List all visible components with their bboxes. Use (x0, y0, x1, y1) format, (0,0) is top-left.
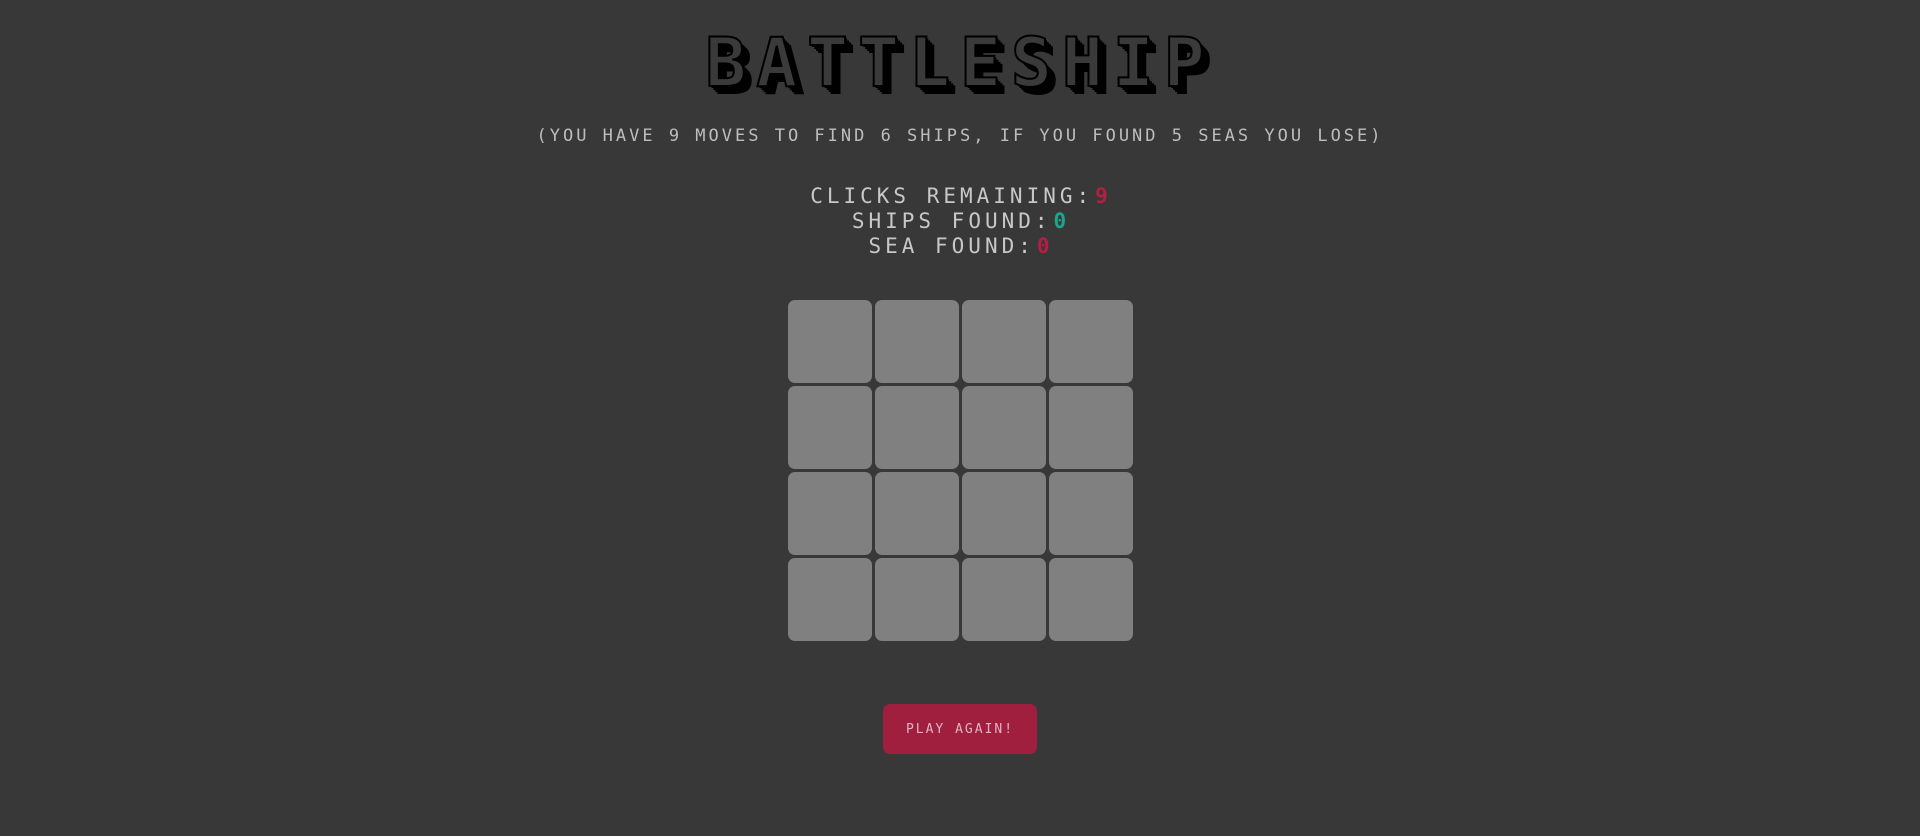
stats-panel: CLICKS REMAINING:9 SHIPS FOUND:0 SEA FOU… (0, 184, 1920, 259)
board-cell[interactable] (1049, 386, 1133, 469)
ships-found-value: 0 (1053, 209, 1067, 233)
board-cell[interactable] (1049, 300, 1133, 383)
board-cell[interactable] (962, 472, 1046, 555)
board-cell[interactable] (788, 386, 872, 469)
ships-found-row: SHIPS FOUND:0 (0, 209, 1920, 234)
board-cell[interactable] (1049, 472, 1133, 555)
sea-found-row: SEA FOUND:0 (0, 234, 1920, 259)
board-cell[interactable] (875, 472, 959, 555)
sea-found-label: SEA FOUND: (868, 234, 1035, 258)
sea-found-value: 0 (1036, 234, 1050, 258)
battleship-game: BATTLESHIP (YOU HAVE 9 MOVES TO FIND 6 S… (0, 0, 1920, 836)
game-board (788, 300, 1133, 641)
board-cell[interactable] (875, 558, 959, 641)
board-cell[interactable] (962, 386, 1046, 469)
ships-found-label: SHIPS FOUND: (851, 209, 1052, 233)
game-instructions: (YOU HAVE 9 MOVES TO FIND 6 SHIPS, IF YO… (536, 126, 1384, 146)
board-cell[interactable] (788, 558, 872, 641)
board-cell[interactable] (788, 300, 872, 383)
game-title: BATTLESHIP (704, 24, 1215, 103)
clicks-remaining-row: CLICKS REMAINING:9 (0, 184, 1920, 209)
clicks-remaining-label: CLICKS REMAINING: (810, 184, 1094, 208)
clicks-remaining-value: 9 (1095, 184, 1108, 208)
board-cell[interactable] (962, 300, 1046, 383)
board-cell[interactable] (788, 472, 872, 555)
board-cell[interactable] (962, 558, 1046, 641)
board-cell[interactable] (875, 386, 959, 469)
board-cell[interactable] (1049, 558, 1133, 641)
board-cell[interactable] (875, 300, 959, 383)
play-again-button[interactable]: PLAY AGAIN! (883, 704, 1037, 754)
